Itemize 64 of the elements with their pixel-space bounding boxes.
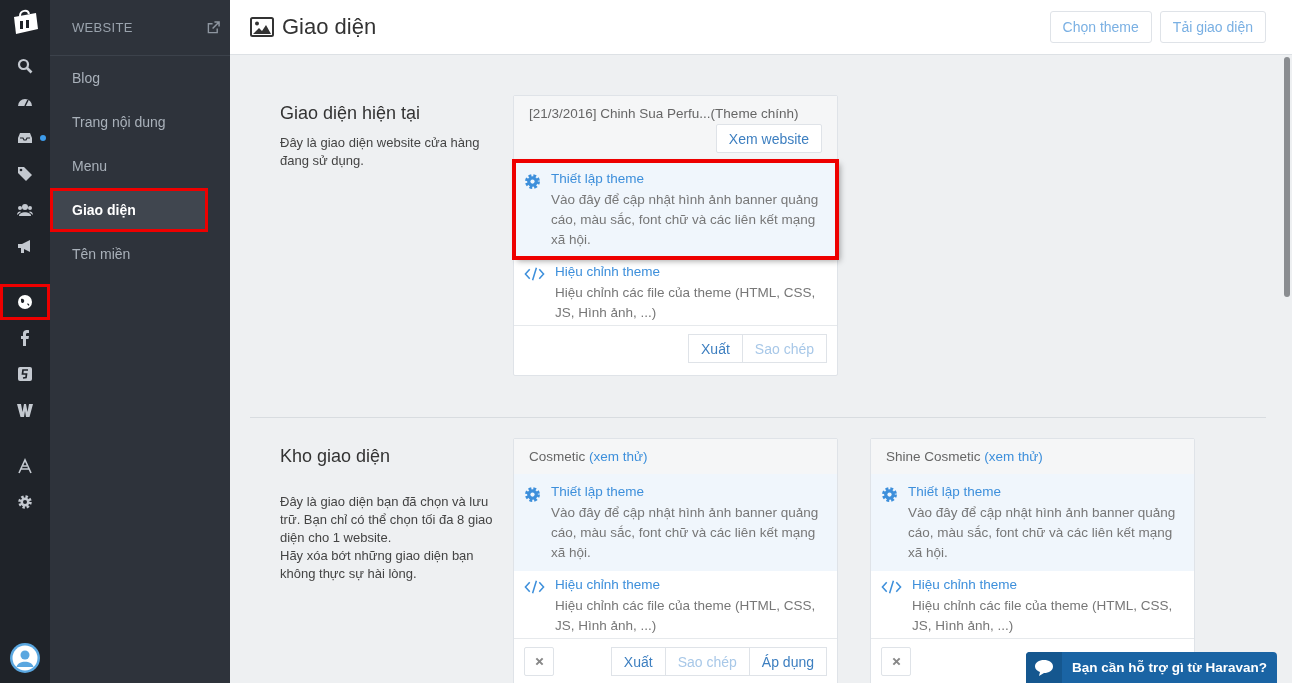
option-description: Vào đây để cập nhật hình ảnh banner quảng cáo, màu sắc, font chữ và các liên kết mạng xã hội. [551,504,820,562]
megaphone-icon[interactable] [17,238,33,254]
scrollbar[interactable] [1284,57,1290,297]
app-store-icon[interactable] [17,458,33,474]
header-button[interactable]: Tải giao diện [1159,11,1266,43]
code-icon [524,579,545,595]
option-title: Thiết lập theme [551,484,646,499]
tag-icon[interactable] [17,166,33,182]
settings-icon [524,173,541,190]
html5-icon[interactable] [17,366,33,382]
nav-item[interactable]: Tên miền [50,232,230,276]
nav-item[interactable]: Blog [50,56,230,100]
section-description: Đây là giao diện website cửa hàng đang sử dụng. [280,134,481,170]
theme-option[interactable]: Thiết lập theme Vào đây để cập nhật hình ảnh banner quảng cáo, màu sắc, font chữ và các liên kết mạng xã hội. [514,161,837,258]
option-description: Vào đây để cập nhật hình ảnh banner quảng cáo, màu sắc, font chữ và các liên kết mạng xã hội. [908,504,1177,562]
globe-icon[interactable] [17,294,33,310]
theme-name: Shine Cosmetic [886,449,981,464]
view-website-button[interactable]: Xem website [715,124,822,153]
option-description: Vào đây để cập nhật hình ảnh banner quảng cáo, màu sắc, font chữ và các liên kết mạng xã hội. [551,191,820,249]
page-title: Giao diện [282,14,377,40]
nav-item[interactable]: Menu [50,144,230,188]
card-button[interactable]: Xuất [610,647,666,676]
option-title: Thiết lập theme [551,171,646,186]
avatar-icon[interactable] [10,643,40,673]
search-icon[interactable] [17,58,33,74]
inbox-icon[interactable] [17,130,33,146]
section-description: Đây là giao diện bạn đã chọn và lưu trữ. Bạn chỉ có thể chọn tối đa 8 giao diện cho 1 website. [280,493,494,547]
option-description: Hiệu chỉnh các file của theme (HTML, CSS, JS, Hình ảnh, ...) [555,597,817,635]
theme-name: Cosmetic [529,449,586,464]
preview-link[interactable]: (xem thử) [589,449,648,464]
option-description: Hiệu chỉnh các file của theme (HTML, CSS, JS, Hình ảnh, ...) [912,597,1174,635]
section-heading: Kho giao diện [280,446,392,467]
section-title: WEBSITE [72,20,133,35]
theme-name: [21/3/2016] Chinh Sua Perfu...(Theme chính) [529,106,800,121]
settings-icon[interactable] [17,494,33,510]
theme-option[interactable]: Thiết lập theme Vào đây để cập nhật hình ảnh banner quảng cáo, màu sắc, font chữ và các liên kết mạng xã hội. [871,474,1194,571]
preview-link[interactable]: (xem thử) [984,449,1043,464]
option-title: Hiệu chỉnh theme [555,577,662,592]
delete-button[interactable] [524,647,554,676]
option-title: Thiết lập theme [908,484,1003,499]
external-link-icon[interactable] [207,21,220,34]
option-title: Hiệu chỉnh theme [912,577,1019,592]
chat-bubble-icon [1034,658,1055,677]
section-description: Hãy xóa bớt những giao diện bạn không thực sự hài lòng. [280,547,475,583]
support-chat-button[interactable]: Bạn cần hỗ trợ gì từ Haravan? [1026,652,1277,683]
theme-option[interactable]: Thiết lập theme Vào đây để cập nhật hình ảnh banner quảng cáo, màu sắc, font chữ và các liên kết mạng xã hội. [514,474,837,571]
image-icon [250,17,274,37]
users-icon[interactable] [17,202,33,218]
option-title: Hiệu chỉnh theme [555,264,662,279]
delete-button[interactable] [881,647,911,676]
section-heading: Giao diện hiện tại [280,103,422,124]
card-button[interactable]: Xuất [688,334,743,363]
code-icon [881,579,902,595]
nav-item[interactable]: Trang nội dung [50,100,230,144]
settings-icon [524,486,541,503]
nav-item[interactable]: Giao diện [50,188,208,232]
option-description: Hiệu chỉnh các file của theme (HTML, CSS, JS, Hình ảnh, ...) [555,284,817,322]
code-icon [524,266,545,282]
card-button[interactable]: Áp dụng [748,647,827,676]
close-icon [891,657,901,666]
header-button[interactable]: Chọn theme [1049,11,1152,43]
w-letter-icon[interactable] [17,402,33,418]
close-icon [534,657,544,666]
settings-icon [881,486,898,503]
